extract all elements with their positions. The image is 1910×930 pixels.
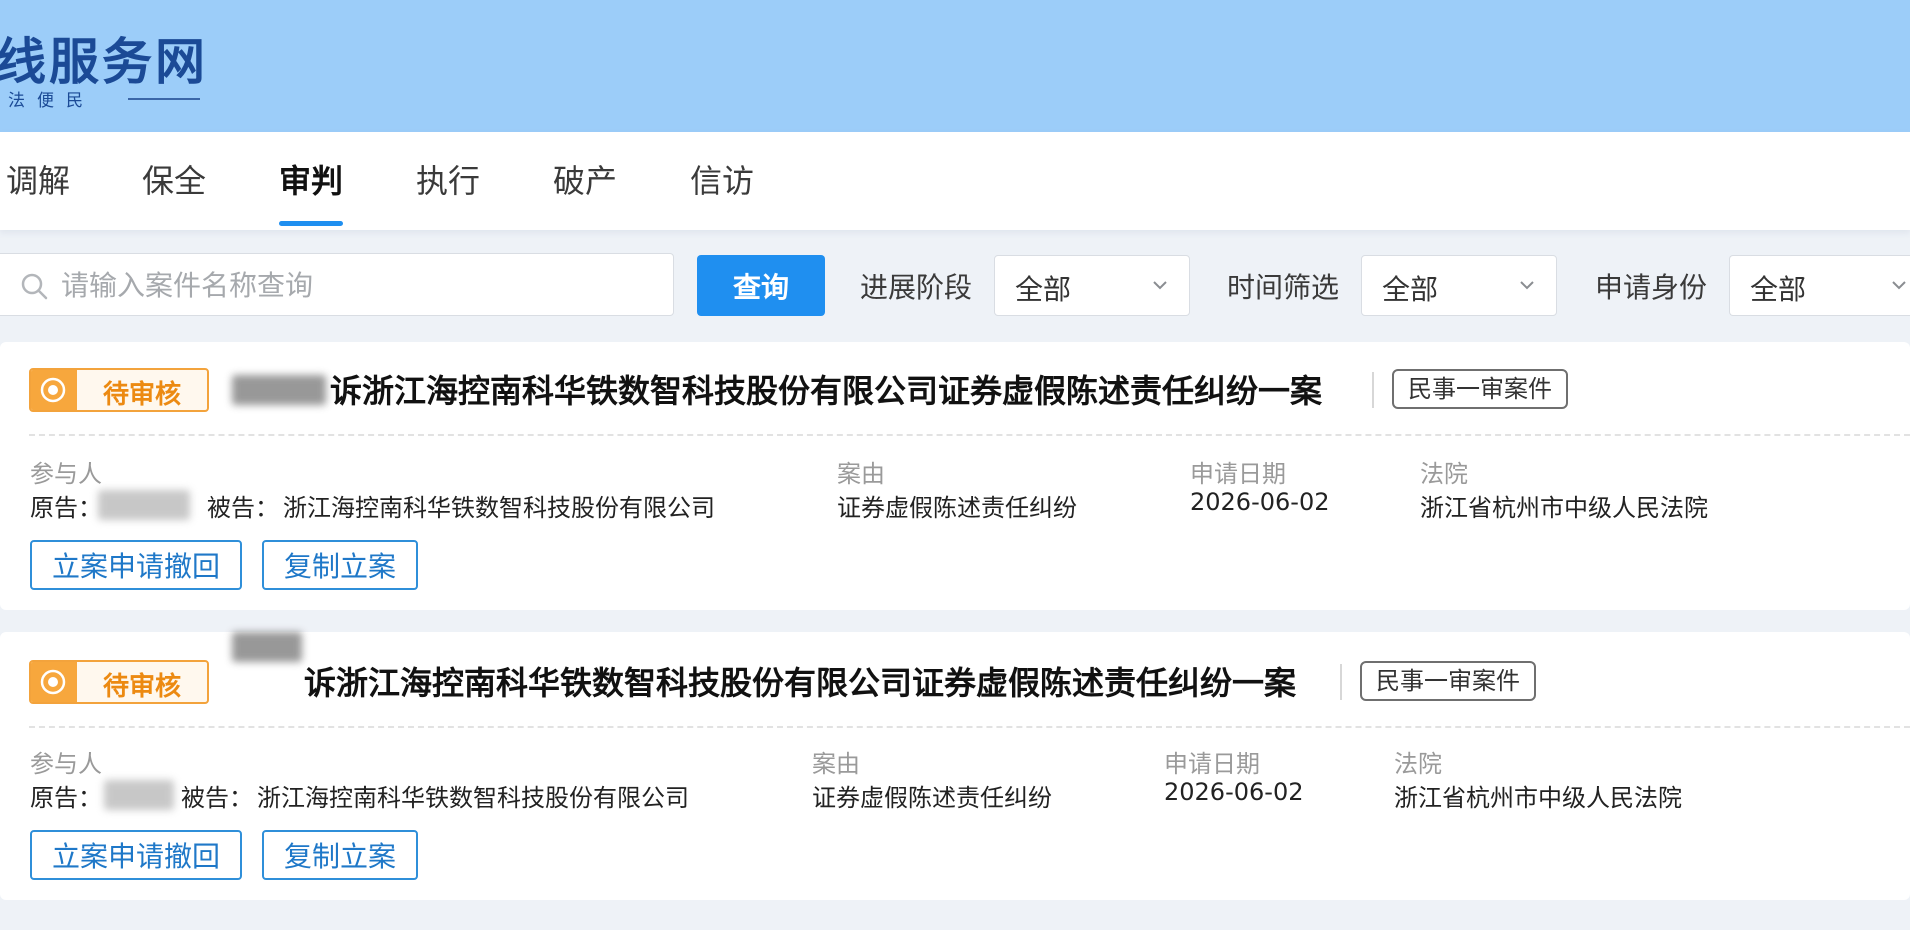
case-title[interactable]: 诉浙江海控南科华铁数智科技股份有限公司证券虚假陈述责任纠纷一案: [304, 658, 1296, 704]
cause-label: 案由: [837, 460, 885, 488]
cause-value: 证券虚假陈述责任纠纷: [837, 494, 1077, 522]
query-button[interactable]: 查询: [697, 255, 825, 316]
search-box: [0, 253, 674, 316]
tab-preservation[interactable]: 保全: [142, 156, 206, 226]
status-text: 待审核: [102, 380, 181, 410]
court-label: 法院: [1394, 750, 1442, 778]
title-divider: [1340, 664, 1342, 700]
cause-label: 案由: [812, 750, 860, 778]
status-badge: 待审核: [29, 660, 209, 704]
apply-date-label: 申请日期: [1164, 750, 1260, 778]
chevron-down-icon: [1892, 281, 1906, 290]
tab-petition[interactable]: 信访: [690, 156, 754, 226]
title-divider: [1372, 372, 1374, 408]
apply-date-label: 申请日期: [1190, 460, 1286, 488]
court-value: 浙江省杭州市中级人民法院: [1394, 784, 1682, 812]
defendant-name: 浙江海控南科华铁数智科技股份有限公司: [283, 494, 715, 522]
case-type-tag: 民事一审案件: [1392, 369, 1568, 409]
case-type-tag: 民事一审案件: [1360, 661, 1536, 701]
masked-plaintiff-name: [232, 632, 302, 662]
masked-plaintiff-name: [232, 375, 326, 405]
case-card: 待审核 诉浙江海控南科华铁数智科技股份有限公司证券虚假陈述责任纠纷一案 民事一审…: [0, 632, 1910, 900]
tab-execution[interactable]: 执行: [416, 156, 480, 226]
site-title: 线服务网: [0, 32, 208, 91]
cause-value: 证券虚假陈述责任纠纷: [812, 784, 1052, 812]
case-card: 待审核 诉浙江海控南科华铁数智科技股份有限公司证券虚假陈述责任纠纷一案 民事一审…: [0, 342, 1910, 610]
time-select[interactable]: 全部: [1361, 255, 1557, 316]
time-select-value: 全部: [1382, 273, 1439, 306]
withdraw-application-button[interactable]: 立案申请撤回: [30, 540, 243, 590]
tab-bankruptcy[interactable]: 破产: [553, 156, 617, 226]
search-icon: [21, 273, 48, 300]
pending-clock-icon: [40, 669, 66, 695]
site-header: 线服务网 法便民: [0, 0, 1910, 132]
card-divider: [29, 434, 1910, 436]
stage-select-value: 全部: [1015, 273, 1072, 306]
tab-trial[interactable]: 审判: [279, 156, 344, 226]
status-text: 待审核: [102, 672, 181, 702]
card-divider: [29, 726, 1910, 728]
site-slogan: 法便民: [8, 91, 95, 111]
participants-label: 参与人: [30, 750, 102, 778]
stage-select[interactable]: 全部: [994, 255, 1190, 316]
main-nav: 调解 保全 审判 执行 破产 信访: [0, 132, 1910, 230]
tab-mediation[interactable]: 调解: [6, 156, 70, 226]
identity-filter-label: 申请身份: [1595, 271, 1708, 304]
plaintiff-prefix: 原告：: [30, 784, 102, 812]
defendant-name: 浙江海控南科华铁数智科技股份有限公司: [257, 784, 689, 812]
copy-filing-button[interactable]: 复制立案: [262, 540, 419, 590]
status-badge: 待审核: [29, 368, 209, 412]
defendant-prefix: 被告：: [207, 494, 279, 522]
case-title[interactable]: 诉浙江海控南科华铁数智科技股份有限公司证券虚假陈述责任纠纷一案: [330, 366, 1322, 412]
pending-clock-icon: [40, 377, 66, 403]
identity-select-value: 全部: [1750, 273, 1807, 306]
identity-select[interactable]: 全部: [1729, 255, 1910, 316]
time-filter-label: 时间筛选: [1227, 271, 1340, 304]
slogan-divider: [128, 98, 200, 100]
defendant-prefix: 被告：: [181, 784, 253, 812]
apply-date-value: 2026-06-02: [1164, 778, 1304, 806]
search-input[interactable]: [61, 260, 661, 310]
withdraw-application-button[interactable]: 立案申请撤回: [30, 830, 243, 880]
masked-plaintiff: [104, 780, 174, 810]
plaintiff-prefix: 原告：: [30, 494, 102, 522]
chevron-down-icon: [1153, 281, 1167, 290]
apply-date-value: 2026-06-02: [1190, 488, 1330, 516]
masked-plaintiff: [98, 490, 190, 520]
copy-filing-button[interactable]: 复制立案: [262, 830, 419, 880]
court-value: 浙江省杭州市中级人民法院: [1420, 494, 1708, 522]
chevron-down-icon: [1520, 281, 1534, 290]
court-label: 法院: [1420, 460, 1468, 488]
participants-label: 参与人: [30, 460, 102, 488]
stage-filter-label: 进展阶段: [860, 271, 973, 304]
